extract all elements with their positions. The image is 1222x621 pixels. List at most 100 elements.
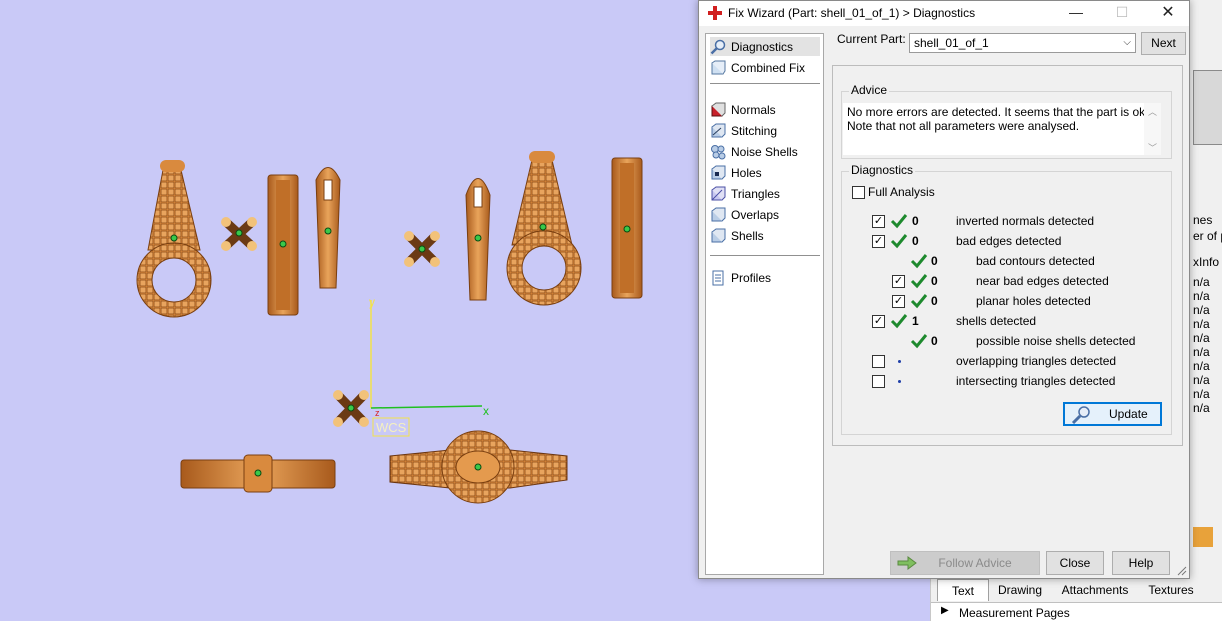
holes-icon — [711, 165, 726, 179]
nav-label: Triangles — [731, 186, 780, 201]
planar-holes-checkbox[interactable]: ✓ — [892, 295, 905, 308]
planar-holes-count: 0 — [931, 294, 938, 308]
axis-y-label: y — [369, 295, 375, 309]
update-label: Update — [1109, 407, 1148, 421]
update-button[interactable]: Update — [1063, 402, 1162, 426]
current-part-label: Current Part: — [837, 32, 906, 46]
close-window-button[interactable]: ✕ — [1145, 1, 1191, 26]
maximize-button[interactable]: ☐ — [1099, 1, 1145, 26]
nav-item-holes[interactable]: Holes — [710, 163, 820, 182]
check-icon — [910, 334, 928, 349]
nav-item-triangles[interactable]: Triangles — [710, 184, 820, 203]
diagnostics-title: Diagnostics — [849, 163, 916, 177]
band-part-side-view[interactable] — [267, 174, 299, 316]
tab-drawing[interactable]: Drawing — [993, 579, 1047, 601]
shells-checkbox[interactable]: ✓ — [872, 315, 885, 328]
nav-item-combined-fix[interactable]: Combined Fix — [710, 58, 820, 77]
axis-z-label: z — [375, 408, 380, 418]
planar-holes-label: planar holes detected — [976, 294, 1091, 308]
ring-part-front-view[interactable] — [136, 160, 212, 318]
near-bad-edges-count: 0 — [931, 274, 938, 288]
inverted-normals-checkbox[interactable]: ✓ — [872, 215, 885, 228]
cross-part[interactable] — [333, 390, 369, 427]
ring-part-top-view[interactable] — [389, 430, 568, 504]
noise-shells-count: 0 — [931, 334, 938, 348]
nav-item-noise-shells[interactable]: Noise Shells — [710, 142, 820, 161]
pin-part[interactable] — [465, 178, 491, 301]
overlapping-triangles-checkbox[interactable] — [872, 355, 885, 368]
near-bad-edges-label: near bad edges detected — [976, 274, 1109, 288]
chevron-down-icon: ⌵ — [1123, 37, 1131, 48]
cell-value: n/a — [1193, 387, 1210, 401]
triangles-icon — [711, 186, 726, 200]
expand-arrow-icon[interactable]: ▶ — [941, 605, 949, 616]
minimize-button[interactable]: — — [1053, 1, 1099, 26]
normals-icon — [711, 102, 726, 116]
advice-line: Note that not all parameters were analys… — [847, 119, 1080, 133]
help-button[interactable]: Help — [1112, 551, 1170, 575]
nav-item-overlaps[interactable]: Overlaps — [710, 205, 820, 224]
shells-count: 1 — [912, 314, 919, 328]
tab-textures[interactable]: Textures — [1139, 579, 1203, 601]
cross-part[interactable] — [221, 217, 257, 251]
band-part-side-view[interactable] — [611, 157, 643, 299]
nav-item-profiles[interactable]: Profiles — [710, 268, 820, 287]
nav-label: Diagnostics — [731, 39, 794, 54]
cell-value: n/a — [1193, 303, 1210, 317]
cell-value: n/a — [1193, 331, 1210, 345]
nav-label: Profiles — [731, 270, 772, 285]
close-button[interactable]: Close — [1046, 551, 1104, 575]
check-icon — [910, 254, 928, 269]
nav-label: Holes — [731, 165, 762, 180]
measurement-pages-label: Measurement Pages — [959, 606, 1070, 620]
cross-part[interactable] — [404, 231, 440, 267]
red-cross-icon — [708, 6, 722, 20]
nav-item-stitching[interactable]: Stitching — [710, 121, 820, 140]
full-analysis-checkbox[interactable] — [852, 186, 865, 199]
nav-label: Shells — [731, 228, 764, 243]
check-icon — [890, 234, 908, 249]
dialog-titlebar[interactable]: Fix Wizard (Part: shell_01_of_1) > Diagn… — [699, 1, 1189, 26]
band-part-top-view[interactable] — [180, 454, 336, 493]
resize-grip-icon[interactable] — [1177, 566, 1187, 576]
cell-value: n/a — [1193, 317, 1210, 331]
magnifier-icon — [710, 39, 726, 54]
check-icon — [910, 294, 928, 309]
cell-value: n/a — [1193, 275, 1210, 289]
bad-contours-count: 0 — [931, 254, 938, 268]
bad-edges-checkbox[interactable]: ✓ — [872, 235, 885, 248]
wcs-axes: y x z WCS — [369, 295, 489, 437]
current-part-value: shell_01_of_1 — [914, 36, 989, 50]
full-analysis-label: Full Analysis — [868, 185, 935, 199]
overlaps-icon — [711, 207, 726, 221]
noise-shells-icon — [711, 144, 726, 159]
tool-icon[interactable] — [1193, 527, 1213, 547]
tab-attachments[interactable]: Attachments — [1055, 579, 1135, 601]
nav-item-shells[interactable]: Shells — [710, 226, 820, 245]
cell-value: n/a — [1193, 373, 1210, 387]
view-cube[interactable] — [1193, 70, 1222, 145]
stitching-icon — [711, 123, 726, 137]
noise-shells-label: possible noise shells detected — [976, 334, 1136, 348]
scroll-up-icon[interactable]: ︿ — [1144, 105, 1161, 119]
next-button[interactable]: Next — [1141, 32, 1186, 55]
measurement-pages-row[interactable]: ▶ Measurement Pages — [931, 602, 1222, 621]
column-header: xInfo — [1193, 255, 1220, 269]
ring-part-front-view[interactable] — [506, 151, 582, 306]
nav-divider — [710, 255, 820, 256]
tab-text[interactable]: Text — [937, 579, 989, 601]
scroll-down-icon[interactable]: ﹀ — [1144, 141, 1161, 155]
diagnostics-panel: Advice No more errors are detected. It s… — [832, 65, 1183, 446]
not-analysed-dot-icon — [898, 360, 901, 363]
nav-item-normals[interactable]: Normals — [710, 100, 820, 119]
advice-scrollbar[interactable]: ︿ ﹀ — [1144, 103, 1161, 155]
current-part-select[interactable]: shell_01_of_1 ⌵ — [909, 33, 1136, 53]
pin-part[interactable] — [315, 167, 341, 289]
near-bad-edges-checkbox[interactable]: ✓ — [892, 275, 905, 288]
follow-advice-button[interactable]: Follow Advice — [890, 551, 1040, 575]
check-icon — [910, 274, 928, 289]
fix-wizard-dialog: Fix Wizard (Part: shell_01_of_1) > Diagn… — [698, 0, 1190, 579]
nav-item-diagnostics[interactable]: Diagnostics — [710, 37, 820, 56]
intersecting-triangles-checkbox[interactable] — [872, 375, 885, 388]
nav-label: Stitching — [731, 123, 778, 138]
